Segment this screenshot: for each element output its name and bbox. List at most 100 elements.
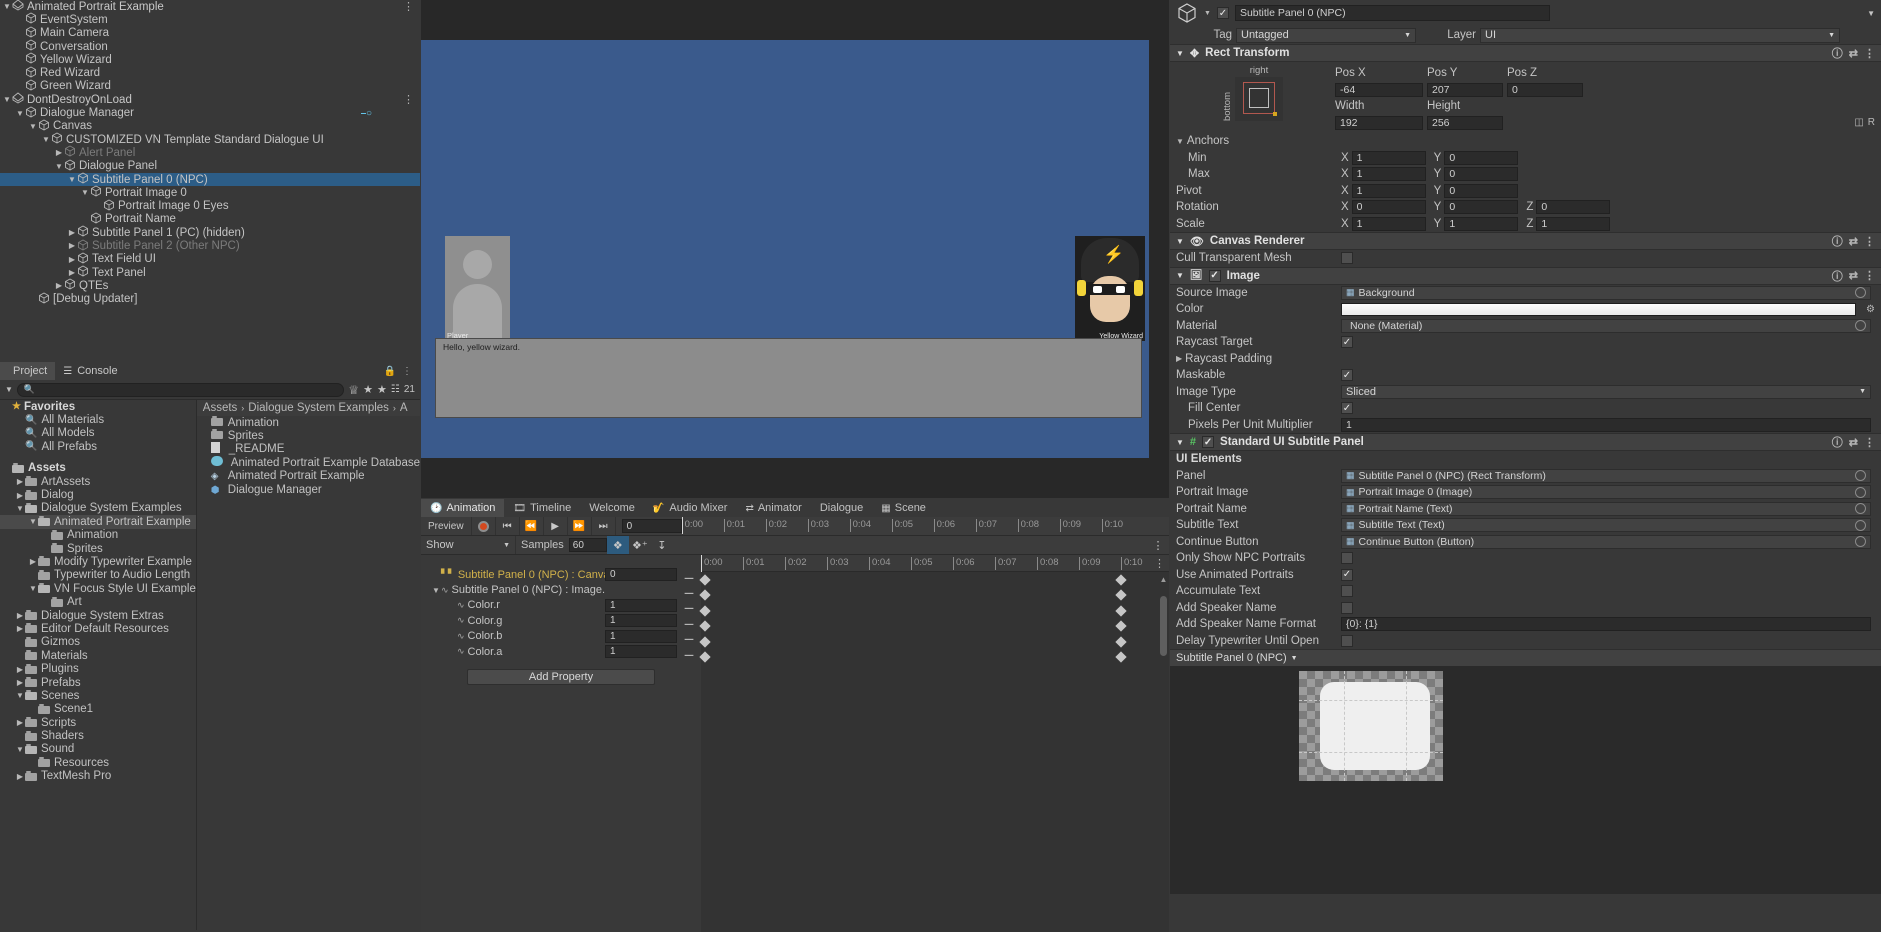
checkbox[interactable] [1341, 585, 1353, 598]
dropdown[interactable]: Sliced ▼ [1341, 384, 1871, 399]
hierarchy-row[interactable]: ▼ Subtitle Panel 0 (NPC) [0, 172, 420, 187]
keyframe-diamond[interactable] [699, 635, 711, 648]
kebab-icon[interactable]: ⋮ [1864, 269, 1875, 282]
axis-value-input[interactable]: 0 [1536, 200, 1611, 215]
timeline-playhead[interactable] [681, 517, 683, 534]
project-tree-row[interactable]: ▼ VN Focus Style UI Example [0, 582, 196, 595]
foldout-open-icon[interactable]: ▼ [28, 584, 38, 593]
project-tree-row[interactable]: ▶ Dialog [0, 488, 196, 501]
keyframe-diamond[interactable] [1115, 589, 1127, 602]
hierarchy-row[interactable]: ▶ Subtitle Panel 2 (Other NPC) [0, 238, 420, 252]
asset-list-item[interactable]: ⬢ Dialogue Manager [197, 483, 420, 496]
remove-property-icon[interactable]: ⚊ [677, 645, 701, 659]
pos-z-input[interactable]: 0 [1507, 82, 1583, 97]
pos-x-input[interactable]: -64 [1335, 82, 1423, 97]
foldout-closed-icon[interactable]: ▶ [67, 255, 77, 264]
project-tree-row[interactable]: ▶★Favorites [0, 400, 196, 413]
project-folder-tree[interactable]: ▶★Favorites▶🔍All Materials▶🔍All Models▶🔍… [0, 400, 197, 930]
hierarchy-row[interactable]: ▶ EventSystem [0, 12, 420, 26]
kebab-icon[interactable]: ⋮ [1147, 536, 1169, 554]
preview-header[interactable]: Subtitle Panel 0 (NPC) ▼ [1170, 649, 1881, 666]
axis-value-input[interactable]: 1 [1351, 167, 1426, 182]
checkbox[interactable] [1341, 634, 1353, 647]
foldout-closed-icon[interactable]: ▶ [54, 281, 64, 290]
raw-icon[interactable]: R [1868, 117, 1875, 128]
object-field[interactable]: ▦ Background [1341, 285, 1871, 300]
tab-animator[interactable]: ⇄ Animator [736, 499, 810, 517]
object-field[interactable]: ▦ Portrait Image 0 (Image) [1341, 485, 1871, 500]
foldout-closed-icon[interactable]: ▶ [15, 665, 25, 674]
project-tree-row[interactable]: ▶ ArtAssets [0, 475, 196, 488]
help-icon[interactable]: ⓘ [1832, 233, 1843, 249]
preset-icon[interactable]: ⇄ [1849, 235, 1858, 248]
foldout-arrow-icon[interactable]: ▼ [1176, 271, 1184, 280]
hierarchy-row[interactable]: ▶ Conversation [0, 39, 420, 53]
axis-value-input[interactable]: 1 [1536, 216, 1611, 231]
foldout-open-icon[interactable]: ▼ [1176, 137, 1184, 146]
hierarchy-row[interactable]: ▼ Dialogue Manager ⎯○ [0, 106, 420, 119]
tab-dialogue[interactable]: Dialogue [811, 499, 872, 517]
hierarchy-row[interactable]: ▶ Red Wizard [0, 66, 420, 79]
hierarchy-row[interactable]: ▼ CUSTOMIZED VN Template Standard Dialogu… [0, 132, 420, 146]
layers-badge-icon[interactable]: ☷ [391, 384, 400, 395]
play-button[interactable]: ▶ [543, 517, 568, 535]
axis-value-input[interactable]: 1 [1351, 183, 1426, 198]
image-enabled-checkbox[interactable]: ✓ [1208, 269, 1221, 282]
foldout-open-icon[interactable]: ▼ [28, 122, 38, 131]
keyframe-diamond[interactable] [699, 651, 711, 663]
project-tree-row[interactable]: ▶ Animation [0, 529, 196, 542]
foldout-closed-icon[interactable]: ▶ [15, 491, 25, 500]
kebab-icon[interactable]: ⋮ [1864, 436, 1875, 449]
keyframe-diamond[interactable] [1115, 605, 1127, 617]
prev-frame-button[interactable]: ⏪ [519, 517, 544, 535]
timeline-scrollbar-vertical[interactable]: ▲ [1159, 575, 1168, 735]
preview-button[interactable]: Preview [421, 517, 472, 535]
anchor-preset-button[interactable] [1235, 77, 1283, 121]
animation-tabbar[interactable]: 🕑 Animation 🎞 Timeline Welcome 🎷 Audio Mixer ⇄ A… [421, 499, 1169, 517]
chevron-down-icon[interactable]: ▼ [1204, 10, 1211, 17]
keyframe-diamond[interactable] [1115, 651, 1127, 663]
height-input[interactable]: 256 [1427, 115, 1503, 130]
axis-value-input[interactable]: 1 [1351, 150, 1426, 165]
hierarchy-row[interactable]: ▶ Green Wizard [0, 79, 420, 93]
blueprint-icon[interactable]: ◫ [1854, 117, 1863, 128]
preset-icon[interactable]: ⇄ [1849, 436, 1858, 449]
foldout-open-icon[interactable]: ▼ [2, 95, 12, 104]
foldout-open-icon[interactable]: ▼ [54, 162, 64, 171]
scroll-up-arrow-icon[interactable]: ▲ [1159, 575, 1168, 584]
project-tree-row[interactable]: ▶ Gizmos [0, 636, 196, 649]
foldout-open-icon[interactable]: ▼ [15, 745, 25, 754]
project-tree-row[interactable]: ▶ Shaders [0, 729, 196, 742]
foldout-arrow-icon[interactable]: ▼ [1176, 49, 1184, 58]
project-tree-row[interactable]: ▼ Sound [0, 743, 196, 756]
hierarchy-row[interactable]: ▶ Portrait Name [0, 212, 420, 226]
foldout-closed-icon[interactable]: ▶ [67, 228, 77, 237]
object-field[interactable]: ▦ Subtitle Text (Text) [1341, 518, 1871, 533]
foldout-closed-icon[interactable]: ▶ [28, 557, 38, 566]
project-tree-row[interactable]: ▼ Dialogue System Examples [0, 502, 196, 515]
add-property-button[interactable]: Add Property [467, 669, 655, 686]
project-tree-row[interactable]: ▶ Materials [0, 649, 196, 662]
current-frame-input[interactable]: 0 [621, 519, 682, 533]
static-dropdown-icon[interactable]: ▼ [1867, 9, 1875, 18]
checkbox[interactable] [1341, 601, 1353, 614]
clip-dropdown[interactable]: Show ▼ [421, 536, 516, 554]
foldout-closed-icon[interactable]: ▶ [15, 624, 25, 633]
foldout-arrow-icon[interactable]: ▼ [1176, 438, 1184, 447]
gameobject-active-checkbox[interactable]: ✓ [1216, 7, 1229, 19]
pos-y-input[interactable]: 207 [1427, 82, 1503, 97]
checkbox[interactable]: ✓ [1341, 402, 1353, 415]
animation-property-value[interactable]: 1 [605, 614, 677, 628]
axis-value-input[interactable]: 0 [1444, 200, 1519, 215]
timeline-keyframes[interactable] [699, 572, 1169, 752]
game-view[interactable]: Player ⚡ Yellow Wizard Hello, yellow wiz… [421, 0, 1169, 498]
record-button[interactable] [471, 517, 496, 535]
foldout-open-icon[interactable]: ▼ [2, 2, 12, 11]
component-header-rect-transform[interactable]: ▼ ✥ Rect Transform ⓘ ⇄ ⋮ [1170, 44, 1881, 62]
foldout-closed-icon[interactable]: ▶ [15, 611, 25, 620]
cull-transparent-mesh-checkbox[interactable] [1341, 252, 1353, 265]
hierarchy-row[interactable]: ▼ Dialogue Panel [0, 159, 420, 173]
remove-property-icon[interactable]: ⚊ [677, 629, 701, 643]
search-input[interactable]: 🔍 [16, 382, 345, 397]
axis-value-input[interactable]: 1 [1351, 216, 1426, 231]
